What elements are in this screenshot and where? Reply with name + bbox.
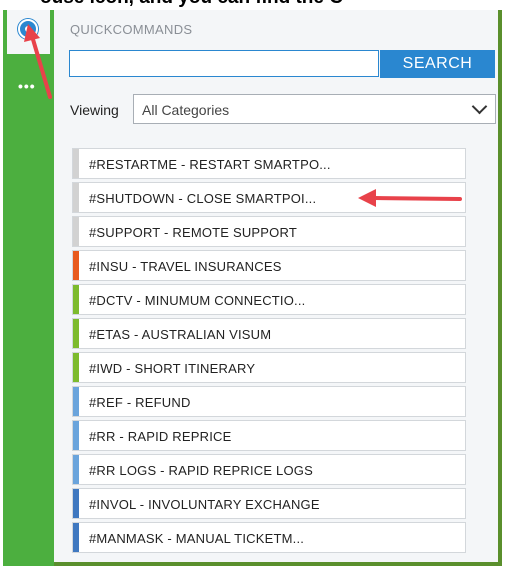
category-color-stripe — [73, 183, 79, 212]
category-color-stripe — [73, 217, 79, 246]
command-item[interactable]: #MANMASK - MANUAL TICKETM... — [72, 522, 466, 553]
command-item[interactable]: #INSU - TRAVEL INSURANCES — [72, 250, 466, 281]
command-item[interactable]: #INVOL - INVOLUNTARY EXCHANGE — [72, 488, 466, 519]
command-label: #DCTV - MINUMUM CONNECTIO... — [89, 293, 306, 308]
command-item[interactable]: #SUPPORT - REMOTE SUPPORT — [72, 216, 466, 247]
command-item[interactable]: #ETAS - AUSTRALIAN VISUM — [72, 318, 466, 349]
search-input[interactable] — [69, 50, 379, 77]
command-label: #SHUTDOWN - CLOSE SMARTPOI... — [89, 191, 317, 206]
quickcommands-panel: QUICKCOMMANDS SEARCH Viewing All Categor… — [54, 10, 498, 562]
command-label: #INSU - TRAVEL INSURANCES — [89, 259, 282, 274]
sidebar-active-tab[interactable] — [7, 10, 50, 54]
category-color-stripe — [73, 489, 79, 518]
category-color-stripe — [73, 319, 79, 348]
panel-title: QUICKCOMMANDS — [70, 22, 193, 37]
more-options-icon[interactable]: ••• — [18, 78, 36, 94]
category-select-value: All Categories — [142, 102, 230, 118]
command-label: #RESTARTME - RESTART SMARTPO... — [89, 157, 331, 172]
quickcommands-window: ••• QUICKCOMMANDS SEARCH Viewing All Cat… — [3, 10, 502, 566]
command-item[interactable]: #RR - RAPID REPRICE — [72, 420, 466, 451]
command-label: #ETAS - AUSTRALIAN VISUM — [89, 327, 272, 342]
category-color-stripe — [73, 251, 79, 280]
command-label: #SUPPORT - REMOTE SUPPORT — [89, 225, 297, 240]
command-item[interactable]: #SHUTDOWN - CLOSE SMARTPOI... — [72, 182, 466, 213]
command-label: #REF - REFUND — [89, 395, 191, 410]
command-item[interactable]: #IWD - SHORT ITINERARY — [72, 352, 466, 383]
command-list: #RESTARTME - RESTART SMARTPO... #SHUTDOW… — [72, 148, 466, 556]
category-color-stripe — [73, 387, 79, 416]
command-item[interactable]: #REF - REFUND — [72, 386, 466, 417]
chevron-down-icon — [471, 98, 488, 115]
category-color-stripe — [73, 353, 79, 382]
category-color-stripe — [73, 455, 79, 484]
category-color-stripe — [73, 523, 79, 552]
command-label: #INVOL - INVOLUNTARY EXCHANGE — [89, 497, 320, 512]
category-color-stripe — [73, 421, 79, 450]
category-color-stripe — [73, 285, 79, 314]
command-label: #RR - RAPID REPRICE — [89, 429, 232, 444]
caption-text: ouse icon, and you can find the C — [40, 0, 343, 9]
command-label: #MANMASK - MANUAL TICKETM... — [89, 531, 305, 546]
category-select[interactable]: All Categories — [133, 94, 496, 124]
command-item[interactable]: #RR LOGS - RAPID REPRICE LOGS — [72, 454, 466, 485]
search-button[interactable]: SEARCH — [380, 50, 495, 78]
sidebar: ••• — [3, 10, 54, 566]
globe-icon[interactable] — [18, 19, 38, 39]
viewing-label: Viewing — [70, 102, 119, 118]
command-label: #IWD - SHORT ITINERARY — [89, 361, 256, 376]
category-color-stripe — [73, 149, 79, 178]
command-item[interactable]: #RESTARTME - RESTART SMARTPO... — [72, 148, 466, 179]
command-item[interactable]: #DCTV - MINUMUM CONNECTIO... — [72, 284, 466, 315]
command-label: #RR LOGS - RAPID REPRICE LOGS — [89, 463, 313, 478]
